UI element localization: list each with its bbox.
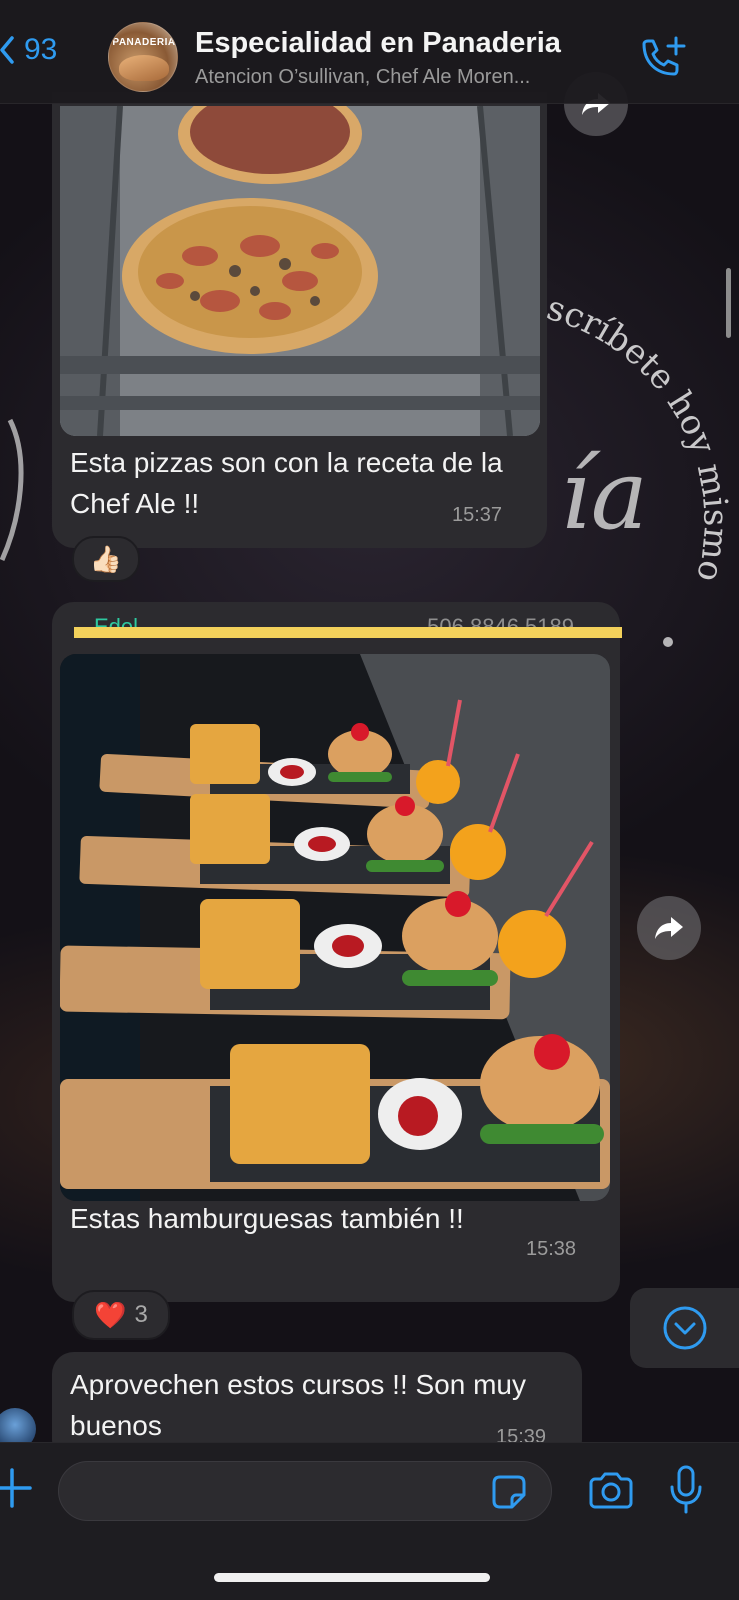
message-text: Estas hamburguesas también !! [70,1203,464,1234]
reaction-badge[interactable]: 👍🏻 [72,536,140,582]
message-text: Esta pizzas son con la receta de la Chef… [70,447,503,519]
reaction-count: 3 [134,1301,148,1328]
forward-button[interactable] [637,896,701,960]
back-button[interactable]: 93 [0,30,57,70]
add-call-icon[interactable] [638,36,686,80]
message-composer [0,1442,739,1600]
forward-icon [655,917,683,939]
sender-row: Edel 506 8846 5189 [74,614,622,644]
message-bubble-pizza[interactable]: Esta pizzas son con la receta de la Chef… [52,92,547,548]
redaction-bar [74,627,622,638]
camera-icon[interactable] [587,1471,635,1511]
group-avatar[interactable]: PANADERIA [108,22,178,92]
unread-count: 93 [24,33,58,66]
wallpaper-script-text: ía [560,439,648,551]
pizza-photo[interactable] [60,106,540,436]
plus-icon[interactable] [0,1466,36,1510]
chevron-down-icon [663,1306,706,1350]
heart-icon: ❤️ [94,1299,127,1330]
scroll-to-bottom-button[interactable] [630,1288,739,1368]
home-indicator[interactable] [214,1573,490,1582]
chevron-left-icon [0,36,14,64]
burgers-photo[interactable] [60,654,610,1201]
message-time: 15:38 [526,1238,577,1260]
message-input[interactable] [58,1461,552,1521]
microphone-icon[interactable] [668,1465,704,1515]
chat-members[interactable]: Atencion O’sullivan, Chef Ale Moren... [195,66,615,89]
sticker-icon[interactable] [490,1473,528,1511]
chat-title[interactable]: Especialidad en Panaderia [195,27,561,60]
message-text: Aprovechen estos cursos !! Son muy bueno… [70,1369,526,1441]
thumbs-up-icon: 👍🏻 [89,543,123,574]
message-time: 15:37 [452,504,503,526]
chat-header: 93 PANADERIA Especialidad en Panaderia A… [0,0,739,104]
avatar-logo-text: PANADERIA [112,37,176,48]
scrollbar-thumb[interactable] [726,268,731,338]
message-bubble-burgers[interactable]: Edel 506 8846 5189 [52,602,622,1302]
reaction-badge[interactable]: ❤️ 3 [72,1290,170,1340]
